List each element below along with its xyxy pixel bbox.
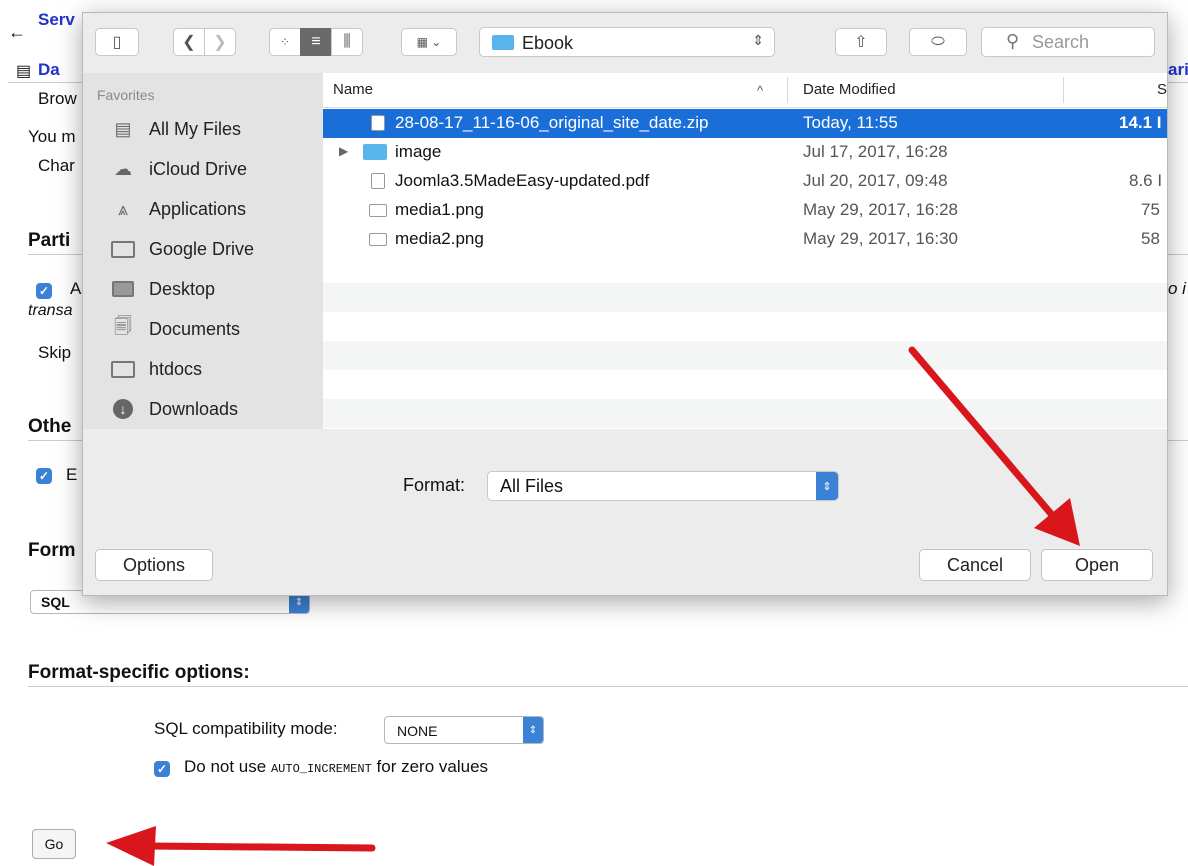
- arrow-to-go-icon: [106, 826, 376, 866]
- arrow-to-open-icon: [908, 346, 1080, 546]
- annotation-arrows: [106, 346, 1080, 866]
